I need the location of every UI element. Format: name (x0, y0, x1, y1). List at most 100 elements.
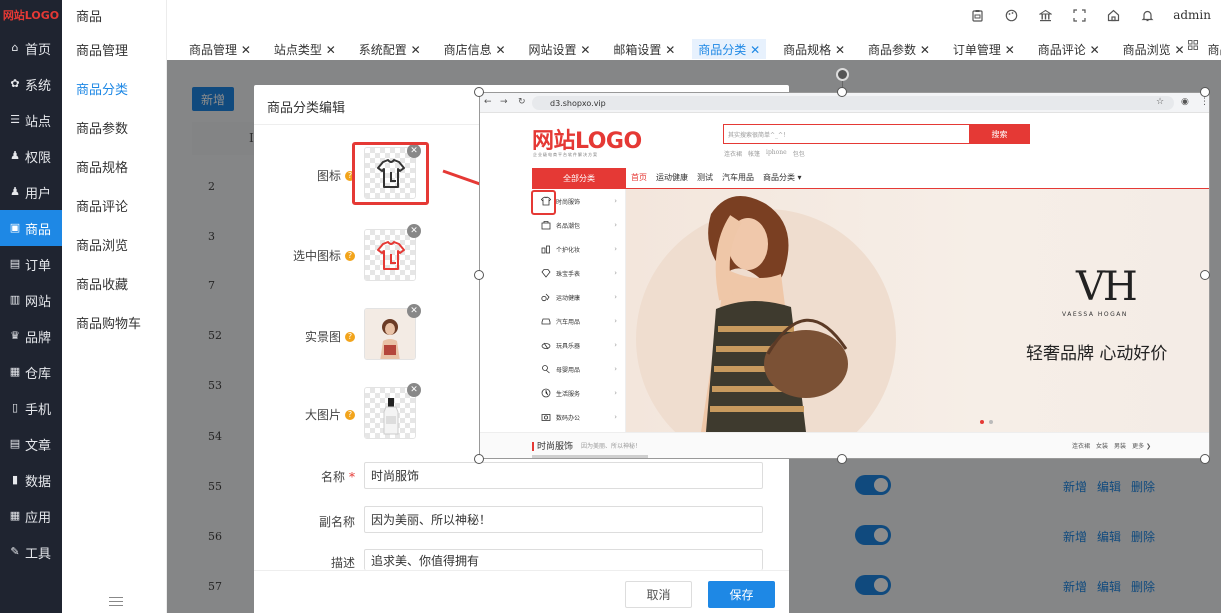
save-button[interactable]: 保存 (708, 581, 775, 608)
category-menu-item[interactable]: 名品潮包 › (532, 213, 625, 237)
category-menu-item[interactable]: 珠宝手表 › (532, 261, 625, 285)
resize-handle-sw[interactable] (474, 454, 484, 464)
profile-icon[interactable]: ◉ (1181, 97, 1189, 107)
resize-handle-s[interactable] (837, 454, 847, 464)
back-icon[interactable]: ← (484, 97, 492, 107)
page-tab[interactable]: 网站设置 ✕ (523, 39, 597, 59)
browser-menu-icon[interactable]: ⋮ (1200, 97, 1209, 107)
name-input[interactable]: 时尚服饰 (364, 462, 763, 489)
forward-icon[interactable]: → (500, 97, 508, 107)
page-tab[interactable]: 商品评论 ✕ (1032, 39, 1106, 59)
sidebar-item[interactable]: ▦ 仓库 (0, 354, 62, 390)
floor-tag-link[interactable]: 男装 (1114, 441, 1126, 450)
sub-menu-item[interactable]: 商品浏览 (62, 225, 166, 264)
sub-menu-item[interactable]: 商品管理 (62, 30, 166, 69)
help-icon[interactable]: ? (345, 331, 355, 342)
site-logo[interactable]: 网站LOGO (532, 123, 642, 155)
bookmark-star-icon[interactable]: ☆ (1156, 97, 1164, 107)
resize-handle-w[interactable] (474, 270, 484, 280)
site-nav-link[interactable]: 首页 (631, 172, 647, 183)
site-nav-link[interactable]: 运动健康 (656, 172, 688, 183)
sidebar-item[interactable]: ♟ 用户 (0, 174, 62, 210)
sub-menu-item[interactable]: 商品分类 (62, 69, 166, 108)
help-icon[interactable]: ? (345, 409, 355, 420)
page-tab[interactable]: 商品参数 ✕ (862, 39, 936, 59)
sub-menu-item[interactable]: 商品规格 (62, 147, 166, 186)
site-nav-link[interactable]: 测试 (697, 172, 713, 183)
site-nav-link[interactable]: 商品分类 ▾ (763, 172, 802, 183)
sidebar-item[interactable]: ☰ 站点 (0, 102, 62, 138)
page-tab[interactable]: 站点类型 ✕ (268, 39, 342, 59)
user-menu[interactable]: admin (1173, 8, 1211, 22)
page-tab[interactable]: 商品规格 ✕ (777, 39, 851, 59)
cancel-button[interactable]: 取消 (625, 581, 692, 608)
page-tab[interactable]: 商品浏览 ✕ (1117, 39, 1191, 59)
page-tab[interactable]: 邮箱设置 ✕ (607, 39, 681, 59)
category-menu-item[interactable]: 运动健康 › (532, 285, 625, 309)
page-tab[interactable]: 商品分类 ✕ (692, 39, 767, 59)
hot-word-link[interactable]: 包包 (793, 149, 805, 158)
floor-tag-link[interactable]: 女装 (1096, 441, 1108, 450)
subname-input[interactable]: 因为美丽、所以神秘！ (364, 506, 763, 533)
page-tab[interactable]: 商品管理 ✕ (183, 39, 257, 59)
hero-banner[interactable]: VH VAESSA HOGAN 轻奢品牌 心动好价 (626, 189, 1209, 432)
site-search-input[interactable]: 其实搜索很简单^_^！ (723, 124, 970, 144)
sidebar-item[interactable]: ▥ 网站 (0, 282, 62, 318)
resize-handle-e[interactable] (1200, 270, 1210, 280)
resize-handle-n[interactable] (837, 87, 847, 97)
bell-icon[interactable] (1139, 7, 1155, 23)
page-tab[interactable]: 商店信息 ✕ (438, 39, 512, 59)
tabs-grid-icon[interactable] (1188, 40, 1201, 53)
bank-icon[interactable] (1037, 7, 1053, 23)
hot-word-link[interactable]: iphone (766, 149, 787, 158)
app-logo[interactable]: 网站LOGO (0, 0, 62, 30)
sidebar-item[interactable]: ▤ 文章 (0, 426, 62, 462)
hot-word-link[interactable]: 连衣裙 (724, 149, 742, 158)
rotate-handle[interactable] (836, 68, 849, 81)
help-icon[interactable]: ? (345, 250, 355, 261)
sub-menu-item[interactable]: 商品购物车 (62, 303, 166, 342)
sub-menu-item[interactable]: 商品参数 (62, 108, 166, 147)
all-categories-button[interactable]: 全部分类 (532, 168, 626, 188)
remove-scene-image-button[interactable]: ✕ (407, 304, 421, 318)
resize-handle-se[interactable] (1200, 454, 1210, 464)
floor-tag-link[interactable]: 连衣裙 (1072, 441, 1090, 450)
page-tab[interactable]: 系统配置 ✕ (353, 39, 427, 59)
carousel-dots[interactable] (980, 420, 993, 424)
selected-icon-upload-thumb[interactable] (364, 229, 416, 281)
category-menu-item[interactable]: 生活服务 › (532, 381, 625, 405)
page-tab[interactable]: 商品收藏 ✕ (1202, 39, 1221, 59)
site-nav-link[interactable]: 汽车用品 (722, 172, 754, 183)
sidebar-item[interactable]: ▯ 手机 (0, 390, 62, 426)
description-textarea[interactable]: 追求美、你值得拥有 (364, 549, 763, 570)
category-menu-item[interactable]: 母婴用品 › (532, 357, 625, 381)
reload-icon[interactable]: ↻ (518, 97, 526, 107)
home-icon[interactable] (1105, 7, 1121, 23)
sidebar-item[interactable]: ♛ 品牌 (0, 318, 62, 354)
hot-word-link[interactable]: 帐篷 (748, 149, 760, 158)
resize-handle-ne[interactable] (1200, 87, 1210, 97)
category-menu-item[interactable]: 玩具乐器 › (532, 333, 625, 357)
fullscreen-icon[interactable] (1071, 7, 1087, 23)
clipboard-icon[interactable] (969, 7, 985, 23)
sub-menu-item[interactable]: 商品收藏 (62, 264, 166, 303)
palette-icon[interactable] (1003, 7, 1019, 23)
page-tab[interactable]: 订单管理 ✕ (947, 39, 1021, 59)
resize-handle-nw[interactable] (474, 87, 484, 97)
sidebar-item[interactable]: ⌂ 首页 (0, 30, 62, 66)
sub-menu-item[interactable]: 商品评论 (62, 186, 166, 225)
sidebar-item[interactable]: ▦ 应用 (0, 498, 62, 534)
category-menu-item[interactable]: 汽车用品 › (532, 309, 625, 333)
category-menu-item[interactable]: 数码办公 › (532, 405, 625, 429)
sidebar-item[interactable]: ▤ 订单 (0, 246, 62, 282)
remove-big-image-button[interactable]: ✕ (407, 383, 421, 397)
address-bar[interactable]: d3.shopxo.vip (532, 96, 1174, 110)
sidebar-item[interactable]: ▮ 数据 (0, 462, 62, 498)
category-menu-item[interactable]: 个护化妆 › (532, 237, 625, 261)
collapse-menu-icon[interactable] (109, 597, 123, 607)
sidebar-item[interactable]: ✎ 工具 (0, 534, 62, 570)
site-search-button[interactable]: 搜索 (969, 124, 1030, 144)
floor-tag-link[interactable]: 更多 ❯ (1132, 441, 1151, 450)
sidebar-item[interactable]: ▣ 商品 (0, 210, 62, 246)
remove-selected-icon-button[interactable]: ✕ (407, 224, 421, 238)
